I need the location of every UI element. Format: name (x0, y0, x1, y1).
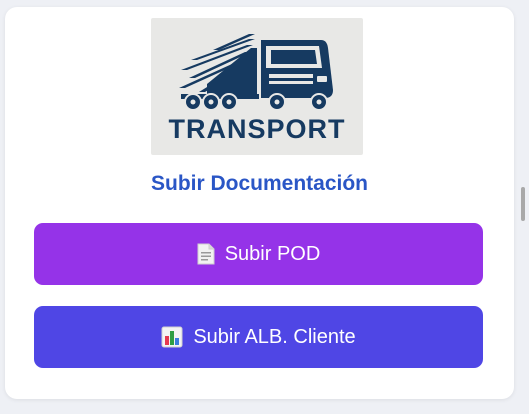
bar-chart-icon (161, 326, 183, 348)
transport-logo: TRANSPORT (151, 18, 363, 155)
section-title: Subir Documentación (150, 172, 369, 195)
upload-pod-button[interactable]: Subir POD (34, 223, 483, 285)
scrollbar-thumb[interactable] (521, 187, 525, 221)
upload-card: TRANSPORT Subir Documentación Subir POD … (5, 7, 514, 399)
upload-alb-client-label: Subir ALB. Cliente (193, 325, 356, 348)
logo-text: TRANSPORT (168, 114, 346, 144)
upload-alb-client-button[interactable]: Subir ALB. Cliente (34, 306, 483, 368)
upload-pod-label: Subir POD (224, 242, 321, 265)
document-icon (197, 243, 215, 265)
